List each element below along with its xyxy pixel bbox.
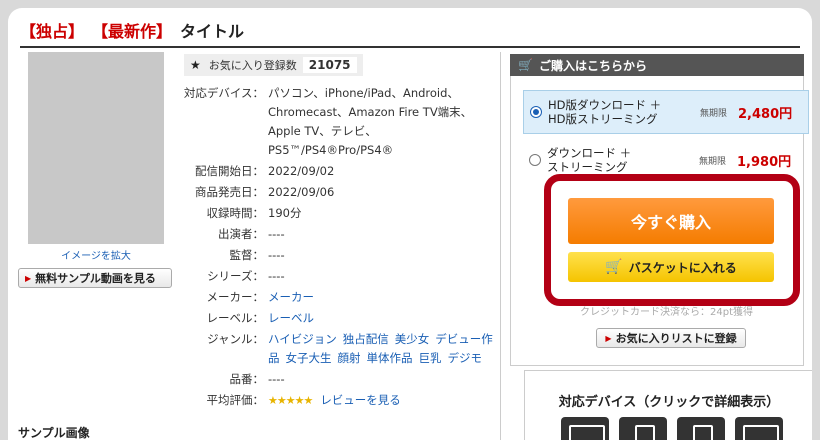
genre-link[interactable]: ハイビジョン: [268, 332, 337, 346]
free-sample-button[interactable]: ▶ 無料サンプル動画を見る: [18, 268, 172, 288]
exclusive-tag: 【独占】: [20, 22, 85, 41]
genre-link[interactable]: 女子大生: [286, 351, 332, 365]
enlarge-image-link[interactable]: イメージを拡大: [28, 247, 164, 262]
android-icon[interactable]: [677, 417, 725, 440]
genre-link[interactable]: デジモ: [448, 351, 483, 365]
device-icons: [561, 417, 783, 440]
purchase-option-hd[interactable]: HD版ダウンロード ＋ HD版ストリーミング 無期限 2,480円: [523, 90, 809, 134]
genre-link[interactable]: 巨乳: [419, 351, 442, 365]
info-key: 監督：: [229, 248, 265, 262]
maker-link[interactable]: メーカー: [264, 288, 496, 307]
radio-selected[interactable]: [530, 106, 542, 118]
info-value: ----: [268, 372, 285, 386]
info-row-start: 配信開始日： 2022/09/02: [176, 162, 496, 181]
genre-link[interactable]: 単体作品: [367, 351, 413, 365]
add-to-basket-button[interactable]: 🛒 バスケットに入れる: [568, 252, 774, 282]
info-row-series: シリーズ： ----: [176, 267, 496, 286]
option-price: 1,980円: [737, 154, 792, 170]
favorite-count-value: 21075: [302, 57, 357, 73]
purchase-header: 🛒 ご購入はこちらから: [510, 54, 804, 76]
buy-now-button[interactable]: 今すぐ購入: [568, 198, 774, 244]
page-frame: 【独占】 【最新作】 タイトル イメージを拡大 ▶ 無料サンプル動画を見る サン…: [8, 8, 812, 440]
info-key: 品番：: [229, 372, 265, 386]
genre-link[interactable]: 顔射: [338, 351, 361, 365]
info-key: 出演者：: [218, 227, 264, 241]
newest-tag: 【最新作】: [92, 22, 173, 41]
radio-unselected[interactable]: [529, 154, 541, 166]
purchase-heading: ご購入はこちらから: [538, 58, 647, 73]
cart-icon: 🛒: [605, 259, 623, 275]
info-key: 配信開始日：: [195, 164, 264, 178]
play-triangle-icon: ▶: [605, 333, 612, 343]
info-value: 190分: [268, 206, 302, 220]
info-key: 平均評価：: [206, 393, 265, 407]
sample-images-heading: サンプル画像: [18, 426, 90, 440]
info-value: 2022/09/02: [268, 164, 335, 178]
genre-list: ハイビジョン 独占配信 美少女 デビュー作品 女子大生 顔射 単体作品 巨乳 デジモ: [264, 330, 496, 368]
genre-link[interactable]: 美少女: [395, 332, 430, 346]
add-favorite-label: お気に入りリストに登録: [615, 332, 737, 345]
option-limit: 無期限: [699, 156, 727, 167]
info-key: 商品発売日：: [195, 185, 264, 199]
option-price: 2,480円: [738, 106, 793, 122]
info-value: 2022/09/06: [268, 185, 335, 199]
pc-icon[interactable]: [561, 417, 609, 440]
review-link[interactable]: レビューを見る: [320, 393, 401, 407]
info-row-rating: 平均評価： ★★★★★ レビューを見る: [176, 391, 496, 410]
free-sample-label: 無料サンプル動画を見る: [35, 272, 156, 285]
info-key: 収録時間：: [206, 206, 265, 220]
info-row-duration: 収録時間： 190分: [176, 204, 496, 223]
rating-value: ★★★★★ レビューを見る: [264, 391, 496, 410]
info-key: 対応デバイス：: [183, 86, 264, 100]
play-triangle-icon: ▶: [25, 273, 32, 283]
option-label-line2: HD版ストリーミング: [548, 112, 658, 126]
info-value: ----: [268, 269, 285, 283]
star-icon: ★: [190, 58, 201, 72]
tv-icon[interactable]: [735, 417, 783, 440]
devices-panel[interactable]: 対応デバイス（クリックで詳細表示）: [524, 370, 812, 440]
label-link[interactable]: レーベル: [264, 309, 496, 328]
devices-title: 対応デバイス（クリックで詳細表示）: [558, 395, 780, 410]
info-key: レーベル：: [206, 311, 265, 325]
favorite-count-label: お気に入り登録数: [208, 59, 297, 72]
option-label-line1: HD版ダウンロード ＋: [548, 98, 662, 112]
info-row-label: レーベル： レーベル: [176, 309, 496, 328]
info-value: ----: [268, 248, 285, 262]
info-value: パソコン、iPhone/iPad、Android、Chromecast、Amaz…: [268, 86, 473, 157]
info-row-devices: 対応デバイス： パソコン、iPhone/iPad、Android、Chromec…: [176, 84, 496, 160]
column-divider: [500, 52, 501, 440]
option-label: ダウンロード ＋ ストリーミング: [547, 146, 687, 174]
cart-icon: 🛒: [518, 58, 533, 72]
option-label: HD版ダウンロード ＋ HD版ストリーミング: [548, 98, 688, 126]
rating-stars-icon: ★★★★★: [268, 394, 313, 407]
info-row-maker: メーカー： メーカー: [176, 288, 496, 307]
option-label-line1: ダウンロード ＋: [547, 146, 632, 160]
favorite-count: ★ お気に入り登録数 21075: [184, 54, 363, 76]
info-row-code: 品番： ----: [176, 370, 496, 389]
info-row-genre: ジャンル： ハイビジョン 独占配信 美少女 デビュー作品 女子大生 顔射 単体作品 巨乳 デジモ: [176, 330, 496, 368]
info-key: メーカー：: [206, 290, 265, 304]
option-limit: 無期限: [700, 108, 728, 119]
product-info: 対応デバイス： パソコン、iPhone/iPad、Android、Chromec…: [176, 84, 496, 412]
add-favorite-button[interactable]: ▶ お気に入りリストに登録: [596, 328, 746, 348]
info-row-director: 監督： ----: [176, 246, 496, 265]
info-row-cast: 出演者： ----: [176, 225, 496, 244]
info-key: ジャンル：: [207, 332, 264, 346]
basket-label: バスケットに入れる: [628, 260, 737, 275]
option-label-line2: ストリーミング: [547, 160, 628, 174]
title-text: タイトル: [180, 22, 245, 41]
genre-link[interactable]: 独占配信: [343, 332, 389, 346]
info-value: ----: [268, 227, 285, 241]
info-key: シリーズ：: [207, 269, 264, 283]
info-row-release: 商品発売日： 2022/09/06: [176, 183, 496, 202]
smartphone-icon[interactable]: [619, 417, 667, 440]
product-image[interactable]: [28, 52, 164, 244]
page-title: 【独占】 【最新作】 タイトル: [20, 14, 800, 48]
